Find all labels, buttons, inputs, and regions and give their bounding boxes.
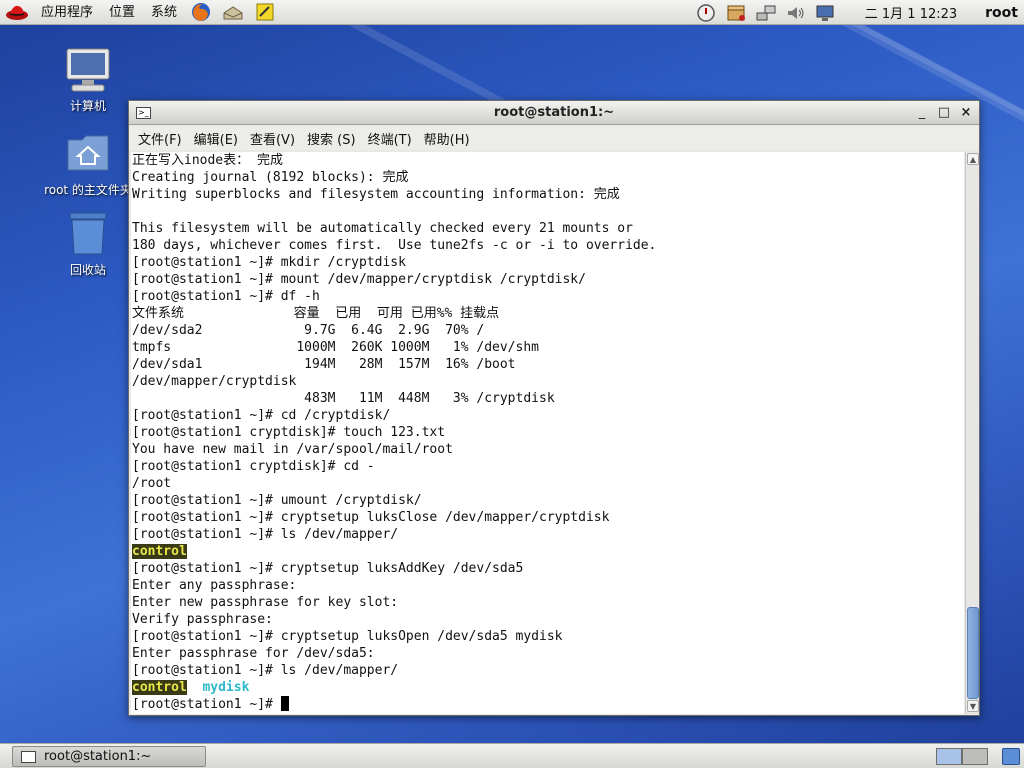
- terminal-line: Enter passphrase for /dev/sda5:: [132, 646, 375, 661]
- menu-edit[interactable]: 编辑(E): [188, 129, 244, 148]
- terminal-line: [root@station1 ~]# cd /cryptdisk/: [132, 408, 391, 423]
- system-tray: 二 1月 1 12:23 root: [691, 0, 1024, 25]
- terminal-line: 正在写入inode表： 完成: [132, 153, 283, 168]
- user-name[interactable]: root: [985, 5, 1018, 21]
- terminal-line: [root@station1 ~]# cryptsetup luksOpen /…: [132, 629, 563, 644]
- terminal-line: control mydisk: [132, 679, 964, 696]
- terminal-line: [root@station1 ~]# cryptsetup luksAddKey…: [132, 561, 524, 576]
- terminal-line: 180 days, whichever comes first. Use tun…: [132, 238, 657, 253]
- terminal-prompt-line[interactable]: [root@station1 ~]#: [132, 696, 964, 713]
- terminal-cursor: [280, 696, 289, 711]
- terminal-line: /dev/sda1 194M 28M 157M 16% /boot: [132, 357, 516, 372]
- ls-entry-control: control: [132, 544, 187, 559]
- terminal-line: Creating journal (8192 blocks): 完成: [132, 170, 409, 185]
- terminal-line: [root@station1 ~]# umount /cryptdisk/: [132, 493, 422, 508]
- clock[interactable]: 二 1月 1 12:23: [865, 3, 957, 22]
- scroll-down-icon[interactable]: ▼: [967, 700, 979, 712]
- window-title: root@station1:~: [493, 105, 615, 120]
- terminal-line: /dev/mapper/cryptdisk: [132, 374, 297, 389]
- terminal-menubar: 文件(F) 编辑(E) 查看(V) 搜索 (S) 终端(T) 帮助(H): [129, 126, 979, 150]
- desktop-icon-home[interactable]: root 的主文件夹: [40, 130, 136, 198]
- terminal-icon: [21, 750, 36, 763]
- terminal-line: /dev/sda2 9.7G 6.4G 2.9G 70% /: [132, 323, 485, 338]
- workspace-2[interactable]: [962, 748, 988, 765]
- taskbar-window-label: root@station1:~: [44, 749, 152, 764]
- mail-icon[interactable]: [220, 1, 246, 23]
- scrollbar-thumb[interactable]: [967, 607, 979, 699]
- terminal-line: This filesystem will be automatically ch…: [132, 221, 633, 236]
- menu-help[interactable]: 帮助(H): [418, 129, 476, 148]
- menu-view[interactable]: 查看(V): [244, 129, 301, 148]
- terminal-line: Writing superblocks and filesystem accou…: [132, 187, 620, 202]
- terminal-line: [root@station1 ~]# df -h: [132, 289, 320, 304]
- menu-file[interactable]: 文件(F): [132, 129, 188, 148]
- terminal-line: You have new mail in /var/spool/mail/roo…: [132, 442, 453, 457]
- terminal-line: [root@station1 ~]# ls /dev/mapper/: [132, 527, 399, 542]
- desktop-icon-label: 计算机: [69, 99, 106, 113]
- terminal-line: Enter new passphrase for key slot:: [132, 595, 399, 610]
- update-icon[interactable]: [694, 2, 718, 24]
- terminal-line: [root@station1 ~]# mount /dev/mapper/cry…: [132, 272, 586, 287]
- menu-system[interactable]: 系统: [143, 0, 185, 25]
- terminal-line: control: [132, 543, 964, 560]
- volume-icon[interactable]: [784, 2, 808, 24]
- menu-places[interactable]: 位置: [101, 0, 143, 25]
- home-folder-icon: [64, 130, 112, 178]
- terminal-window[interactable]: >_ root@station1:~ _ □ × 文件(F) 编辑(E) 查看(…: [128, 100, 980, 716]
- terminal-line: 文件系统 容量 已用 可用 已用%% 挂载点: [132, 306, 500, 321]
- scroll-up-icon[interactable]: ▲: [967, 153, 979, 165]
- firefox-icon[interactable]: [188, 1, 214, 23]
- computer-icon: [64, 46, 112, 94]
- window-titlebar[interactable]: >_ root@station1:~ _ □ ×: [129, 101, 979, 125]
- notes-icon[interactable]: [252, 1, 278, 23]
- desktop-icon-label: root 的主文件夹: [44, 183, 132, 197]
- terminal-line: [root@station1 ~]# cryptsetup luksClose …: [132, 510, 610, 525]
- terminal-line: [root@station1 cryptdisk]# touch 123.txt: [132, 425, 446, 440]
- display-icon[interactable]: [814, 2, 838, 24]
- terminal-scrollbar[interactable]: ▲ ▼: [965, 152, 979, 714]
- terminal-line: [root@station1 ~]# mkdir /cryptdisk: [132, 255, 406, 270]
- menu-terminal[interactable]: 终端(T): [362, 129, 418, 148]
- menu-search[interactable]: 搜索 (S): [301, 129, 362, 148]
- terminal-line: 483M 11M 448M 3% /cryptdisk: [132, 391, 555, 406]
- terminal-line: [root@station1 cryptdisk]# cd -: [132, 459, 375, 474]
- terminal-output[interactable]: 正在写入inode表： 完成 Creating journal (8192 blo…: [131, 152, 964, 714]
- bottom-panel: root@station1:~: [0, 743, 1024, 768]
- desktop-icon-label: 回收站: [69, 263, 106, 277]
- terminal-prompt: [root@station1 ~]#: [132, 697, 281, 712]
- desktop-icon-computer[interactable]: 计算机: [40, 46, 136, 114]
- workspace-1[interactable]: [936, 748, 962, 765]
- trash-applet-icon[interactable]: [1002, 748, 1020, 765]
- terminal-line: Verify passphrase:: [132, 612, 273, 627]
- desktop-icon-trash[interactable]: 回收站: [40, 210, 136, 278]
- package-icon[interactable]: [724, 2, 748, 24]
- taskbar-window-button[interactable]: root@station1:~: [12, 746, 206, 767]
- maximize-button[interactable]: □: [935, 104, 953, 122]
- terminal-line: /root: [132, 476, 172, 491]
- close-button[interactable]: ×: [957, 104, 975, 122]
- terminal-line: Enter any passphrase:: [132, 578, 297, 593]
- network-icon[interactable]: [754, 2, 778, 24]
- ls-entry-control: control: [132, 680, 187, 695]
- app-menubar: 应用程序 位置 系统: [33, 0, 185, 25]
- trash-icon: [64, 210, 112, 258]
- redhat-logo-icon[interactable]: [4, 1, 30, 23]
- ls-entry-mydisk: mydisk: [202, 680, 250, 695]
- top-panel: 应用程序 位置 系统 二 1月 1 12:23 root: [0, 0, 1024, 25]
- menu-applications[interactable]: 应用程序: [33, 0, 101, 25]
- minimize-button[interactable]: _: [913, 104, 931, 122]
- terminal-line: tmpfs 1000M 260K 1000M 1% /dev/shm: [132, 340, 539, 355]
- terminal-line: [root@station1 ~]# ls /dev/mapper/: [132, 663, 399, 678]
